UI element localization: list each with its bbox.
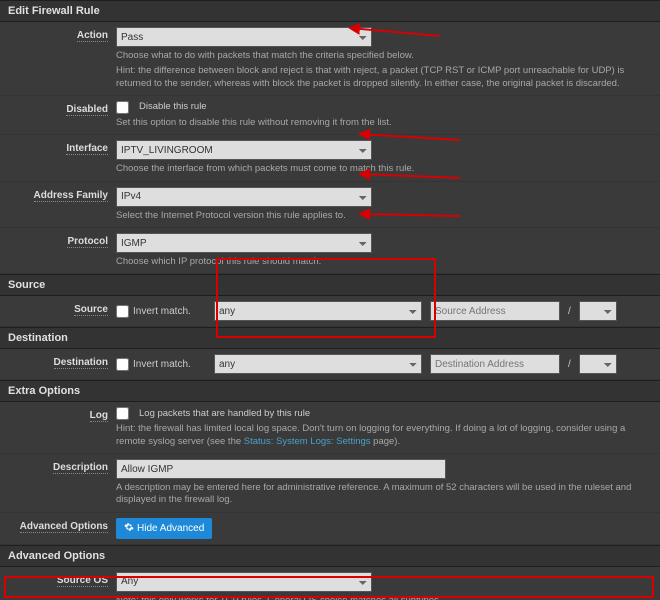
source-invert-checkbox[interactable] bbox=[116, 305, 129, 318]
section-source: Source bbox=[0, 274, 660, 296]
gear-icon bbox=[124, 522, 134, 535]
action-help2: Hint: the difference between block and r… bbox=[116, 65, 652, 90]
destination-mask-slash: / bbox=[568, 359, 571, 370]
description-help: A description may be entered here for ad… bbox=[116, 482, 652, 507]
disabled-checkbox-label: Disable this rule bbox=[139, 101, 207, 113]
interface-select[interactable]: IPTV_LIVINGROOM bbox=[116, 140, 372, 160]
sourceos-select[interactable]: Any bbox=[116, 572, 372, 592]
sourceos-help: Note: this only works for TCP rules. Gen… bbox=[116, 595, 652, 600]
label-log: Log bbox=[90, 410, 108, 422]
label-action: Action bbox=[77, 30, 108, 42]
label-advopts: Advanced Options bbox=[20, 521, 108, 533]
disabled-help: Set this option to disable this rule wit… bbox=[116, 117, 652, 129]
log-help: Hint: the firewall has limited local log… bbox=[116, 423, 652, 448]
protocol-select[interactable]: IGMP bbox=[116, 233, 372, 253]
section-extra: Extra Options bbox=[0, 380, 660, 402]
disabled-checkbox[interactable] bbox=[116, 101, 129, 114]
source-invert-label: Invert match. bbox=[133, 306, 191, 317]
source-mask-select[interactable] bbox=[579, 301, 617, 321]
section-edit-firewall-rule: Edit Firewall Rule bbox=[0, 0, 660, 22]
destination-invert-checkbox[interactable] bbox=[116, 358, 129, 371]
action-help1: Choose what to do with packets that matc… bbox=[116, 50, 652, 62]
label-sourceos: Source OS bbox=[57, 575, 108, 587]
addrfam-help: Select the Internet Protocol version thi… bbox=[116, 210, 652, 222]
action-select[interactable]: Pass bbox=[116, 27, 372, 47]
destination-address-input[interactable] bbox=[430, 354, 560, 374]
label-disabled: Disabled bbox=[66, 104, 108, 116]
destination-type-select[interactable]: any bbox=[214, 354, 422, 374]
description-input[interactable] bbox=[116, 459, 446, 479]
destination-mask-select[interactable] bbox=[579, 354, 617, 374]
label-interface: Interface bbox=[66, 143, 108, 155]
interface-help: Choose the interface from which packets … bbox=[116, 163, 652, 175]
source-type-select[interactable]: any bbox=[214, 301, 422, 321]
addrfam-select[interactable]: IPv4 bbox=[116, 187, 372, 207]
log-checkbox-label: Log packets that are handled by this rul… bbox=[139, 408, 310, 420]
source-mask-slash: / bbox=[568, 306, 571, 317]
destination-invert-label: Invert match. bbox=[133, 359, 191, 370]
label-protocol: Protocol bbox=[67, 236, 108, 248]
section-advanced: Advanced Options bbox=[0, 545, 660, 567]
source-address-input[interactable] bbox=[430, 301, 560, 321]
label-description: Description bbox=[53, 462, 108, 474]
log-help-link[interactable]: Status: System Logs: Settings bbox=[244, 436, 371, 447]
hide-advanced-button[interactable]: Hide Advanced bbox=[116, 518, 212, 539]
label-destination: Destination bbox=[54, 357, 108, 369]
protocol-help: Choose which IP protocol this rule shoul… bbox=[116, 256, 652, 268]
label-addrfam: Address Family bbox=[34, 190, 108, 202]
log-checkbox[interactable] bbox=[116, 407, 129, 420]
hide-advanced-label: Hide Advanced bbox=[137, 523, 204, 534]
section-destination: Destination bbox=[0, 327, 660, 349]
label-source: Source bbox=[74, 304, 108, 316]
